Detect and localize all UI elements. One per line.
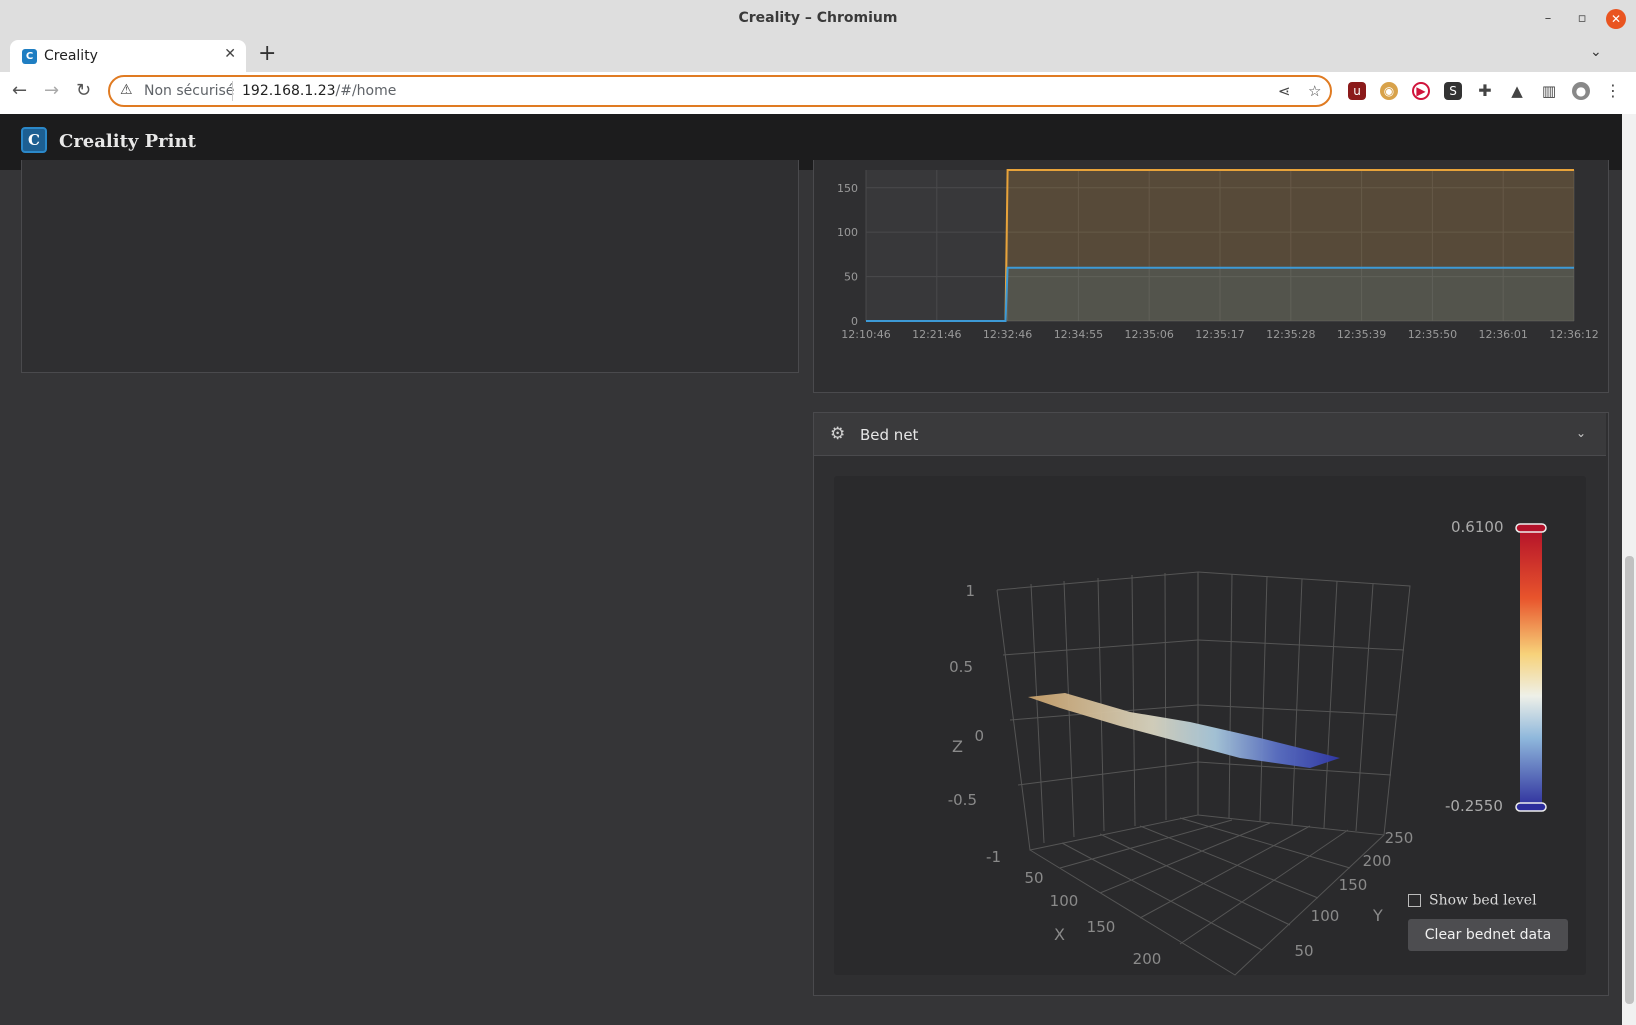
reload-icon[interactable]: ↻ [76,80,91,101]
tab-strip: C Creality ✕ [0,38,1636,72]
colorbar-min-label: -0.2550 [1445,797,1503,815]
window-close-icon[interactable]: ✕ [1606,9,1626,29]
bed-net-title: Bed net [860,426,919,444]
chevron-down-icon[interactable]: ⌄ [1576,426,1586,440]
url-path: /#/home [335,83,397,99]
bookmark-star-icon[interactable]: ☆ [1308,82,1321,100]
scrollbar-thumb[interactable] [1625,556,1634,1004]
app-title[interactable]: Creality Print [59,131,196,152]
creality-logo-icon[interactable]: C [21,127,47,153]
address-bar[interactable]: ⚠ Non sécurisé 192.168.1.23/#/home ⋖ ☆ [108,75,1332,107]
url-host: 192.168.1.23 [242,83,336,99]
side-panel-icon[interactable]: ▥ [1540,82,1558,100]
browser-menu-icon[interactable]: ⋮ [1604,82,1622,100]
show-bed-level-toggle[interactable]: Show bed level [1408,890,1537,909]
temperature-chart-panel [813,160,1609,393]
ublock-extension-icon[interactable]: u [1348,82,1366,100]
warning-icon: ⚠ [120,82,133,98]
bed-net-header[interactable] [814,413,1606,456]
extensions-puzzle-icon[interactable]: ✚ [1476,82,1494,100]
browser-tab[interactable]: C Creality ✕ [10,40,246,72]
lab-flask-icon[interactable]: ▲ [1508,82,1526,100]
clear-bednet-button[interactable]: Clear bednet data [1408,919,1568,951]
bed-mesh-icon: ⚙ [830,424,846,444]
address-separator [232,81,233,101]
minimize-icon[interactable]: – [1538,9,1558,29]
tab-title: Creality [44,48,98,64]
left-panel [21,160,799,373]
url-text[interactable]: 192.168.1.23/#/home [242,83,396,99]
colorbar-max-label: 0.6100 [1451,518,1504,536]
show-bed-level-label: Show bed level [1429,892,1537,909]
creality-favicon-icon: C [22,49,37,64]
window-title: Creality – Chromium [738,10,898,26]
window-titlebar: Creality – Chromium – ▫ ✕ [0,0,1636,39]
share-icon[interactable]: ⋖ [1278,82,1291,100]
globe-extension-icon[interactable]: ◉ [1380,82,1398,100]
back-icon[interactable]: ← [12,80,27,101]
show-bed-level-checkbox[interactable] [1408,894,1421,907]
forward-icon[interactable]: → [44,80,59,101]
maximize-icon[interactable]: ▫ [1572,9,1592,29]
s-extension-icon[interactable]: S [1444,82,1462,100]
tab-close-icon[interactable]: ✕ [224,46,236,62]
play-extension-icon[interactable]: ▶ [1412,82,1430,100]
tab-search-chevron-icon[interactable]: ⌄ [1590,44,1602,60]
new-tab-icon[interactable]: + [258,41,276,66]
profile-avatar-icon[interactable]: ● [1572,82,1590,100]
security-status[interactable]: Non sécurisé [144,83,234,99]
